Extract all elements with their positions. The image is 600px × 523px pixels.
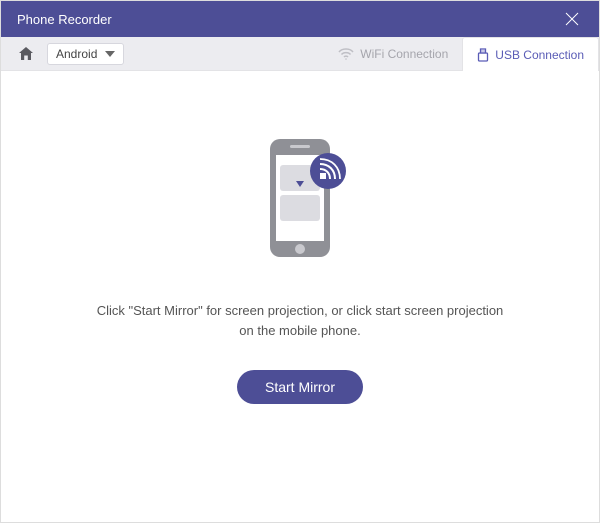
toolbar: Android WiFi Connection USB	[1, 37, 599, 71]
tab-label: USB Connection	[495, 48, 584, 62]
instruction-text: Click "Start Mirror" for screen projecti…	[90, 301, 510, 340]
titlebar: Phone Recorder	[1, 1, 599, 37]
wifi-icon	[338, 48, 354, 60]
home-icon	[18, 46, 34, 62]
tab-wifi-connection[interactable]: WiFi Connection	[324, 37, 462, 70]
device-select[interactable]: Android	[47, 37, 124, 70]
phone-cast-illustration	[240, 131, 360, 271]
chevron-down-icon	[105, 51, 115, 57]
start-mirror-button[interactable]: Start Mirror	[237, 370, 363, 404]
main-content: Click "Start Mirror" for screen projecti…	[1, 71, 599, 522]
device-select-label: Android	[56, 47, 97, 61]
app-window: Phone Recorder Android	[0, 0, 600, 523]
close-button[interactable]	[549, 1, 595, 37]
home-button[interactable]	[11, 37, 41, 70]
app-title: Phone Recorder	[17, 12, 112, 27]
close-icon	[565, 12, 579, 26]
usb-icon	[477, 48, 489, 62]
tab-label: WiFi Connection	[360, 47, 448, 61]
tab-usb-connection[interactable]: USB Connection	[462, 37, 599, 71]
